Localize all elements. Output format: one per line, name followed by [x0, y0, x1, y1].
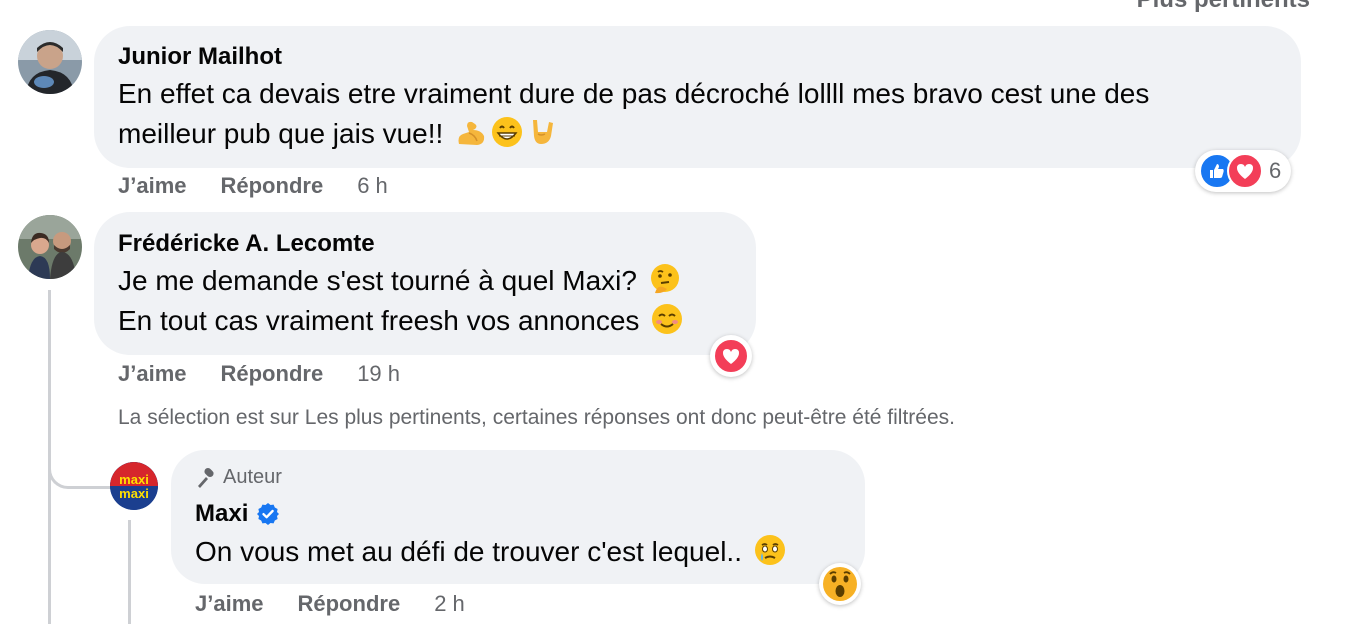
author-badge: Auteur — [195, 466, 282, 489]
comment-actions: J’aime Répondre 6 h — [118, 173, 388, 199]
reply-timestamp[interactable]: 2 h — [434, 591, 465, 617]
comment-text-line: meilleur pub que jais vue!! — [118, 115, 559, 158]
reactions-summary[interactable] — [710, 335, 752, 377]
reactions-summary[interactable] — [819, 563, 861, 605]
thinking-face-icon — [649, 263, 681, 305]
reply-actions: J’aime Répondre 2 h — [195, 591, 465, 617]
flexed-biceps-icon — [455, 118, 487, 158]
avatar[interactable] — [18, 30, 82, 94]
comment-text-line: En effet ca devais etre vraiment dure de… — [118, 78, 1150, 109]
comment-timestamp[interactable]: 19 h — [357, 361, 400, 387]
grinning-face-icon — [491, 116, 523, 158]
reply-author[interactable]: Maxi — [195, 500, 280, 528]
like-button[interactable]: J’aime — [118, 173, 187, 199]
reactions-summary[interactable]: 6 — [1195, 150, 1292, 192]
face-holding-back-tears-icon — [754, 534, 786, 576]
smiling-face-icon — [651, 303, 683, 345]
like-button[interactable]: J’aime — [195, 591, 264, 617]
filter-note: La sélection est sur Les plus pertinents… — [118, 406, 955, 429]
comment-timestamp[interactable]: 6 h — [357, 173, 388, 199]
love-reaction-icon — [1227, 153, 1263, 189]
reply-text: On vous met au défi de trouver c'est leq… — [195, 533, 786, 576]
thread-line-reply — [128, 520, 131, 624]
svg-text:maxi: maxi — [119, 472, 149, 487]
wow-reaction-icon — [822, 566, 858, 602]
sort-dropdown[interactable]: Plus pertinents — [1137, 0, 1310, 14]
thread-line-elbow — [48, 440, 111, 489]
comment-text-line: En tout cas vraiment freesh vos annonces — [118, 302, 683, 345]
reaction-count: 6 — [1269, 158, 1282, 183]
reply-button[interactable]: Répondre — [221, 173, 324, 199]
comment-author[interactable]: Frédéricke A. Lecomte — [118, 230, 375, 258]
reply-button[interactable]: Répondre — [221, 361, 324, 387]
love-reaction-icon — [713, 338, 749, 374]
comment-actions: J’aime Répondre 19 h — [118, 361, 400, 387]
avatar[interactable]: maxi maxi — [110, 462, 158, 510]
sign-of-horns-icon — [527, 116, 559, 158]
avatar[interactable] — [18, 215, 82, 279]
like-button[interactable]: J’aime — [118, 361, 187, 387]
verified-badge-icon — [256, 502, 280, 526]
svg-text:maxi: maxi — [119, 486, 149, 501]
microphone-icon — [195, 467, 217, 489]
comment-text-line: Je me demande s'est tourné à quel Maxi? — [118, 262, 681, 305]
reply-button[interactable]: Répondre — [298, 591, 401, 617]
comment-author[interactable]: Junior Mailhot — [118, 43, 282, 71]
